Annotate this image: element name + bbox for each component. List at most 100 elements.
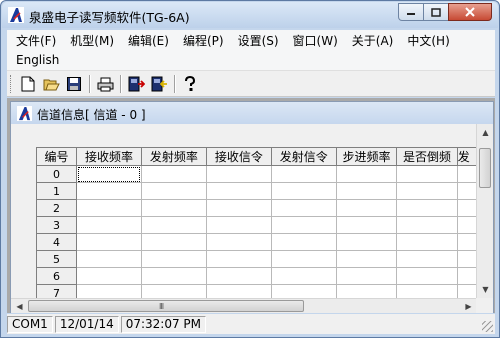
grid-cell[interactable] [456, 233, 477, 251]
grid-cell[interactable] [76, 199, 142, 217]
row-number-cell[interactable]: 2 [35, 199, 78, 217]
grid-cell[interactable] [335, 233, 398, 251]
row-number-cell[interactable]: 7 [35, 284, 78, 298]
grid-cell[interactable] [140, 267, 207, 285]
column-header-rx-signal[interactable]: 接收信令 [205, 147, 272, 166]
scroll-down-icon[interactable]: ▼ [477, 281, 494, 298]
column-header-partial[interactable]: 发 [456, 147, 477, 166]
table-row[interactable]: 1 [35, 182, 477, 200]
grid-cell[interactable] [140, 284, 207, 298]
grid-cell[interactable] [205, 165, 272, 183]
table-row[interactable]: 7 [35, 284, 477, 298]
table-row[interactable]: 6 [35, 267, 477, 285]
menu-chinese[interactable]: 中文(H) [400, 32, 456, 49]
grid-cell[interactable] [205, 182, 272, 200]
open-button[interactable] [41, 74, 61, 94]
table-row[interactable]: 3 [35, 216, 477, 234]
grid-cell[interactable] [270, 216, 337, 234]
column-header-reverse[interactable]: 是否倒频 [396, 147, 458, 166]
row-number-cell[interactable]: 0 [35, 165, 78, 183]
row-number-cell[interactable]: 4 [35, 233, 78, 251]
menu-model[interactable]: 机型(M) [63, 32, 121, 49]
grid-cell[interactable] [76, 284, 142, 298]
grid-cell[interactable] [76, 267, 142, 285]
grid-cell[interactable] [396, 284, 458, 298]
grid-cell[interactable] [205, 250, 272, 268]
grid-cell[interactable] [270, 165, 337, 183]
new-file-button[interactable] [18, 74, 38, 94]
grid-cell[interactable] [335, 199, 398, 217]
grid-cell[interactable] [335, 165, 398, 183]
grid-cell[interactable] [205, 216, 272, 234]
grid-cell[interactable] [205, 284, 272, 298]
read-radio-button[interactable] [126, 74, 146, 94]
write-radio-button[interactable] [149, 74, 169, 94]
grid-cell[interactable] [396, 165, 458, 183]
grid-cell[interactable] [140, 182, 207, 200]
grid-cell[interactable] [456, 165, 477, 183]
row-number-cell[interactable]: 3 [35, 216, 78, 234]
grid-cell[interactable] [205, 199, 272, 217]
column-header-step-freq[interactable]: 步进频率 [335, 147, 398, 166]
vertical-scrollbar[interactable]: ▲ ▼ [476, 124, 493, 298]
column-header-tx-freq[interactable]: 发射频率 [140, 147, 207, 166]
vertical-scroll-thumb[interactable] [479, 148, 491, 188]
column-header-tx-signal[interactable]: 发射信令 [270, 147, 337, 166]
grid-cell[interactable] [456, 216, 477, 234]
table-row[interactable]: 2 [35, 199, 477, 217]
grid-cell[interactable] [396, 199, 458, 217]
row-number-cell[interactable]: 5 [35, 250, 78, 268]
scroll-right-icon[interactable]: ▶ [460, 298, 477, 315]
print-button[interactable] [95, 74, 115, 94]
grid-cell[interactable] [140, 233, 207, 251]
child-title-bar[interactable]: 信道信息[ 信道 - 0 ] [11, 102, 493, 124]
row-number-cell[interactable]: 6 [35, 267, 78, 285]
grid-cell[interactable] [205, 233, 272, 251]
title-bar[interactable]: 泉盛电子读写频软件(TG-6A) [2, 2, 498, 28]
resize-grip-icon[interactable] [482, 321, 493, 332]
grid-cell[interactable] [456, 250, 477, 268]
column-header-number[interactable]: 编号 [35, 147, 78, 166]
grid-cell[interactable] [205, 267, 272, 285]
horizontal-scrollbar[interactable]: ◀ III ▶ [11, 298, 477, 313]
grid-cell[interactable] [76, 233, 142, 251]
horizontal-scroll-thumb[interactable]: III [28, 300, 304, 312]
grid-cell[interactable] [270, 182, 337, 200]
save-button[interactable] [64, 74, 84, 94]
grid-cell[interactable] [335, 250, 398, 268]
grid-cell[interactable] [140, 216, 207, 234]
menu-program[interactable]: 编程(P) [176, 32, 231, 49]
grid-cell[interactable] [335, 216, 398, 234]
grid-cell[interactable] [456, 182, 477, 200]
table-row[interactable]: 5 [35, 250, 477, 268]
help-button[interactable] [180, 74, 200, 94]
close-button[interactable] [448, 3, 492, 21]
grid-cell[interactable] [335, 267, 398, 285]
grid-cell[interactable] [270, 250, 337, 268]
menu-file[interactable]: 文件(F) [7, 32, 63, 49]
minimize-button[interactable] [398, 3, 424, 21]
grid-cell[interactable] [76, 250, 142, 268]
grid-cell[interactable] [456, 267, 477, 285]
grid-cell[interactable] [140, 165, 207, 183]
column-header-rx-freq[interactable]: 接收频率 [76, 147, 142, 166]
scroll-left-icon[interactable]: ◀ [11, 298, 28, 315]
grid-cell[interactable] [335, 284, 398, 298]
table-row[interactable]: 4 [35, 233, 477, 251]
maximize-button[interactable] [423, 3, 449, 21]
grid-cell[interactable] [396, 182, 458, 200]
toolbar-grip[interactable] [10, 75, 13, 93]
grid-cell[interactable] [140, 199, 207, 217]
grid-cell[interactable] [456, 284, 477, 298]
table-row[interactable]: 0 [35, 165, 477, 183]
grid-cell[interactable] [270, 233, 337, 251]
menu-about[interactable]: 关于(A) [345, 32, 401, 49]
menu-window[interactable]: 窗口(W) [286, 32, 345, 49]
menu-english[interactable]: English [7, 53, 66, 67]
grid-cell[interactable] [335, 182, 398, 200]
row-number-cell[interactable]: 1 [35, 182, 78, 200]
grid-cell[interactable] [76, 216, 142, 234]
grid-cell[interactable] [270, 199, 337, 217]
grid-cell[interactable] [270, 267, 337, 285]
grid-cell[interactable] [76, 182, 142, 200]
